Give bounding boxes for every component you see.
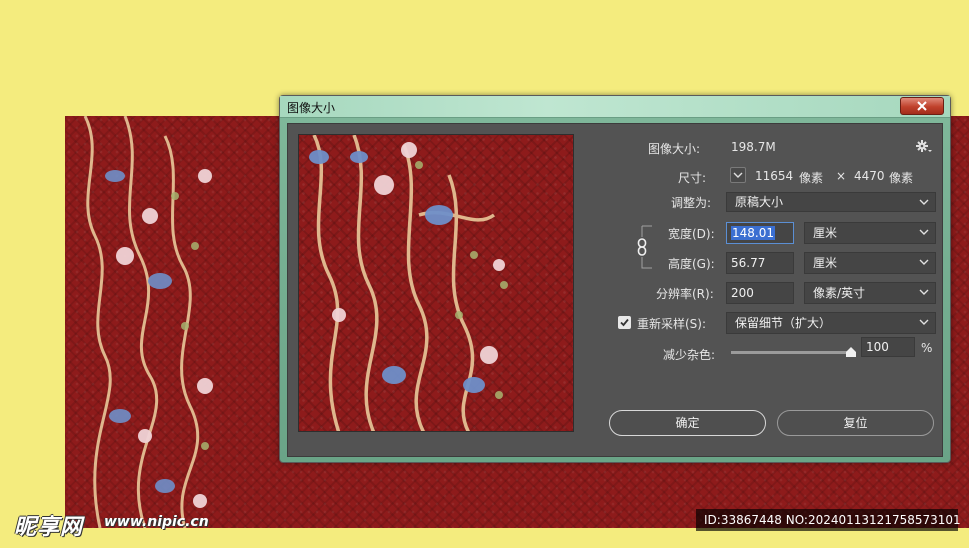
dimensions-width: 11654 [755,169,794,183]
chevron-down-icon [919,259,929,265]
chevron-down-icon [919,199,929,205]
height-unit: 厘米 [813,256,838,270]
preview-floral-image [309,135,508,431]
dialog-title: 图像大小 [287,101,336,115]
close-icon [917,101,927,111]
reduce-noise-field[interactable]: 100 [861,337,915,357]
dialog-titlebar[interactable]: 图像大小 [280,96,950,118]
resolution-value: 200 [731,286,754,300]
dimensions-height: 4470 [854,169,885,183]
dimensions-unit-dropdown[interactable] [730,167,746,183]
height-value: 56.77 [731,256,766,270]
height-label: 高度(G): [668,257,715,271]
floral-pattern-image [83,116,213,528]
width-label: 宽度(D): [668,227,715,241]
chevron-down-icon [919,289,929,295]
watermark-logo: 昵享网 [14,515,84,540]
height-unit-dropdown[interactable]: 厘米 [804,252,936,274]
fit-to-label: 调整为: [671,196,712,210]
dialog-body: 图像大小: 198.7M 尺寸: 11654 像素 × 4470 像素 调整为: [287,123,943,457]
chevron-down-icon [919,319,929,325]
reduce-noise-slider-fill [731,351,851,354]
watermark-url: www.nipic.cn [104,514,209,530]
gear-icon[interactable] [916,139,932,153]
dimensions-height-unit: 像素 [889,171,914,185]
resolution-unit-dropdown[interactable]: 像素/英寸 [804,282,936,304]
reduce-noise-label: 减少杂色: [663,348,716,362]
width-value: 148.01 [731,226,775,240]
image-size-value: 198.7M [731,140,776,154]
resample-value: 保留细节（扩大） [735,316,832,330]
dimensions-times: × [836,169,847,183]
resolution-unit: 像素/英寸 [813,286,866,300]
watermark-id: ID:33867448 NO:20240113121758573101 [696,509,961,531]
image-preview[interactable] [298,134,574,432]
width-unit: 厘米 [813,226,838,240]
image-size-dialog: 图像大小 图像大小: 198.7M 尺寸: 11654 像素 × 4470 像素… [279,95,951,463]
height-field[interactable]: 56.77 [726,252,794,274]
checkmark-icon [620,318,629,327]
dimensions-label: 尺寸: [678,171,707,185]
image-size-label: 图像大小: [648,142,701,156]
reduce-noise-value: 100 [866,340,889,354]
fit-to-dropdown[interactable]: 原稿大小 [726,192,936,212]
reset-button[interactable]: 复位 [777,410,934,436]
resample-dropdown[interactable]: 保留细节（扩大） [726,312,936,334]
chevron-down-icon [733,172,743,178]
resolution-field[interactable]: 200 [726,282,794,304]
chevron-down-icon [919,229,929,235]
link-chain-icon[interactable] [635,237,649,257]
width-unit-dropdown[interactable]: 厘米 [804,222,936,244]
resolution-label: 分辨率(R): [656,287,714,301]
resample-checkbox[interactable] [618,316,631,329]
resample-label: 重新采样(S): [637,317,707,331]
dimensions-width-unit: 像素 [799,171,824,185]
fit-to-value: 原稿大小 [735,195,784,209]
slider-thumb-icon[interactable] [846,347,856,357]
reduce-noise-unit: % [921,341,933,355]
close-button[interactable] [900,97,944,115]
width-field[interactable]: 148.01 [726,222,794,244]
ok-button[interactable]: 确定 [609,410,766,436]
